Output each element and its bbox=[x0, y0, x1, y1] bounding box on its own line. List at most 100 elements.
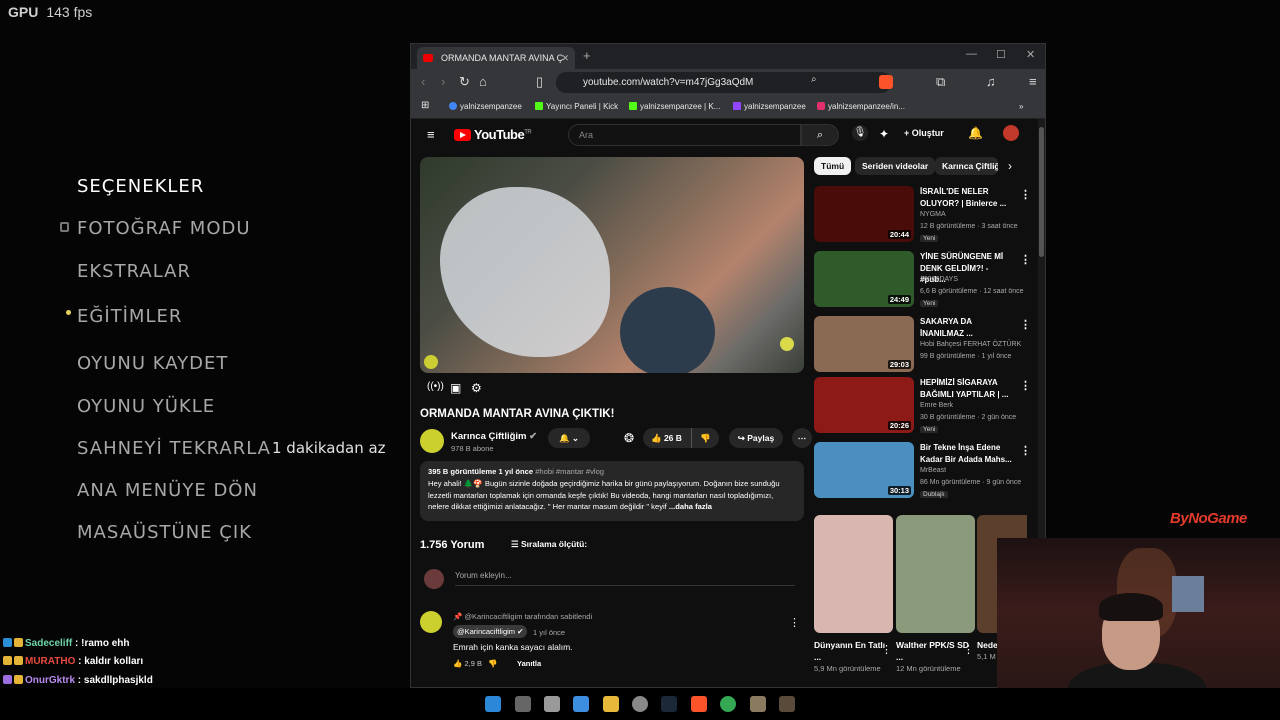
comment-menu-icon[interactable]: ⋮ bbox=[789, 616, 800, 629]
verified-icon: ✔ bbox=[529, 431, 538, 442]
bookmark-item[interactable]: yalnizsempanzee | K... bbox=[629, 102, 720, 111]
app-icon[interactable] bbox=[573, 696, 589, 712]
browser-menu-icon[interactable]: ≡ bbox=[1029, 74, 1037, 89]
menu-load-game[interactable]: OYUNU YÜKLE bbox=[77, 396, 215, 417]
menu-save-game[interactable]: OYUNU KAYDET bbox=[77, 353, 228, 374]
search-icon[interactable]: ⌕ bbox=[801, 124, 839, 146]
notifications-icon[interactable]: 🔔 bbox=[968, 126, 983, 140]
close-window-icon[interactable]: ✕ bbox=[1026, 48, 1035, 61]
hamburger-menu-icon[interactable]: ≡ bbox=[427, 127, 435, 142]
menu-main-menu[interactable]: ANA MENÜYE DÖN bbox=[77, 480, 258, 501]
chip-all[interactable]: Tümü bbox=[814, 157, 852, 175]
steam-icon[interactable] bbox=[661, 696, 677, 712]
menu-options[interactable]: SEÇENEKLER bbox=[77, 176, 204, 197]
screenshot-icon[interactable]: ▣ bbox=[450, 381, 461, 395]
recommended-video[interactable]: 30:13 Bir Tekne İnşa Edene Kadar Bir Ada… bbox=[814, 442, 1034, 500]
sponsor-icon[interactable]: ❂ bbox=[624, 431, 634, 445]
more-options-icon[interactable]: ⋮ bbox=[1020, 444, 1031, 457]
forward-icon[interactable]: › bbox=[441, 74, 445, 89]
channel-name[interactable]: Karınca Çiftliğim ✔ bbox=[451, 431, 537, 442]
short-video[interactable]: Dünyanın En Tatlı ... 5,9 Mn görüntüleme ⋮ bbox=[814, 515, 893, 675]
more-options-icon[interactable]: ⋮ bbox=[1020, 379, 1031, 392]
address-bar[interactable]: youtube.com/watch?v=m47jGg3aQdM bbox=[556, 72, 891, 93]
task-view-icon[interactable] bbox=[515, 696, 531, 712]
menu-photo-mode[interactable]: FOTOĞRAF MODU bbox=[77, 218, 251, 239]
chip-series[interactable]: Seriden videolar bbox=[855, 157, 936, 175]
recommended-video[interactable]: 20:26 HEPİMİZİ SİGARAYA BAĞIMLI YAPTILAR… bbox=[814, 377, 1034, 435]
pinned-label: 📌 @Karincaciftligim tarafından sabitlend… bbox=[453, 612, 593, 621]
maximize-icon[interactable]: ☐ bbox=[996, 48, 1006, 61]
bookmark-item[interactable]: yalnizsempanzee bbox=[733, 102, 806, 111]
settings-icon[interactable]: ⚙ bbox=[471, 381, 482, 395]
chevron-right-icon[interactable]: › bbox=[1008, 159, 1012, 173]
more-bookmarks-icon[interactable]: » bbox=[1019, 102, 1023, 111]
extensions-icon[interactable]: ⧉ bbox=[936, 74, 945, 90]
brave-icon[interactable] bbox=[691, 696, 707, 712]
video-thumbnail[interactable]: 29:03 bbox=[814, 316, 914, 372]
bookmark-item[interactable]: yalnizsempanzee/in... bbox=[817, 102, 905, 111]
minimize-icon[interactable]: — bbox=[966, 48, 977, 60]
back-icon[interactable]: ‹ bbox=[421, 74, 425, 89]
apps-icon[interactable]: ⊞ bbox=[421, 100, 429, 111]
commenter-avatar[interactable] bbox=[420, 611, 442, 633]
more-options-icon[interactable]: ⋮ bbox=[963, 643, 974, 656]
comment-author[interactable]: @Karincaciftligim ✔ bbox=[453, 625, 528, 638]
brave-shield-icon[interactable] bbox=[879, 75, 893, 89]
video-thumbnail[interactable]: 20:44 bbox=[814, 186, 914, 242]
home-icon[interactable]: ⌂ bbox=[479, 74, 487, 89]
create-button[interactable]: + Oluştur bbox=[904, 128, 944, 138]
recommended-video[interactable]: 20:44 İSRAİL'DE NELER OLUYOR? | Binlerce… bbox=[814, 186, 1034, 244]
chip-channel[interactable]: Karınca Çiftliğ bbox=[935, 157, 998, 175]
new-tab-icon[interactable]: + bbox=[583, 48, 591, 63]
subscribe-bell-button[interactable]: 🔔 ⌄ bbox=[548, 428, 590, 448]
obs-icon[interactable] bbox=[632, 696, 648, 712]
more-options-icon[interactable]: ⋮ bbox=[1020, 318, 1031, 331]
reload-icon[interactable]: ↻ bbox=[459, 74, 470, 90]
bookmark-item[interactable]: Yayıncı Paneli | Kick bbox=[535, 102, 618, 111]
app-icon[interactable] bbox=[544, 696, 560, 712]
close-tab-icon[interactable]: ✕ bbox=[561, 47, 569, 69]
sort-comments-button[interactable]: ☰ Sıralama ölçütü: bbox=[511, 539, 587, 550]
dislike-icon[interactable]: 👎 bbox=[691, 428, 711, 448]
short-video[interactable]: Walther PPK/S SD ... 12 Mn görüntüleme ⋮ bbox=[896, 515, 975, 675]
menu-exit-desktop[interactable]: MASAÜSTÜNE ÇIK bbox=[77, 522, 252, 543]
media-icon[interactable]: ♫ bbox=[986, 74, 996, 89]
recommended-video[interactable]: 29:03 SAKARYA DA İNANILMAZ ... Hobi Bahç… bbox=[814, 316, 1034, 374]
recommended-video[interactable]: 24:49 YİNE SÜRÜNGENE Mİ DENK GELDİM?! - … bbox=[814, 251, 1034, 309]
more-options-icon[interactable]: ⋮ bbox=[881, 643, 892, 656]
menu-tutorials[interactable]: EĞİTİMLER bbox=[77, 306, 182, 327]
video-thumbnail[interactable]: 20:26 bbox=[814, 377, 914, 433]
comment-like-button[interactable]: 👍 2,9 B 👎 bbox=[453, 659, 498, 668]
video-description[interactable]: 395 B görüntüleme 1 yıl önce #hobi #mant… bbox=[420, 461, 804, 521]
microphone-icon[interactable]: 🎙 bbox=[852, 125, 868, 141]
youtube-logo[interactable]: YouTubeTR bbox=[454, 127, 532, 142]
avatar[interactable] bbox=[1003, 125, 1019, 141]
menu-extras[interactable]: EKSTRALAR bbox=[77, 261, 191, 282]
audio-icon[interactable]: ((•)) bbox=[427, 381, 444, 392]
chrome-icon[interactable] bbox=[720, 696, 736, 712]
file-explorer-icon[interactable] bbox=[603, 696, 619, 712]
zoom-icon[interactable]: ⌕ bbox=[811, 74, 817, 85]
video-player[interactable] bbox=[420, 157, 804, 373]
channel-avatar[interactable] bbox=[420, 429, 444, 453]
menu-replay-scene[interactable]: SAHNEYİ TEKRARLA bbox=[77, 438, 271, 459]
share-button[interactable]: ↪ Paylaş bbox=[729, 428, 783, 448]
add-comment-input[interactable]: Yorum ekleyin... bbox=[455, 571, 795, 586]
video-thumbnail[interactable]: 30:13 bbox=[814, 442, 914, 498]
reply-button[interactable]: Yanıtla bbox=[517, 659, 541, 668]
more-actions-icon[interactable]: ⋯ bbox=[792, 428, 812, 448]
game-icon[interactable] bbox=[779, 696, 795, 712]
more-options-icon[interactable]: ⋮ bbox=[1020, 253, 1031, 266]
search-input[interactable]: Ara bbox=[568, 124, 801, 146]
comment-count: 1.756 Yorum bbox=[420, 539, 485, 551]
like-button[interactable]: 👍 26 B 👎 bbox=[643, 428, 719, 448]
tab-bar: ORMANDA MANTAR AVINA Ç ✕ + — ☐ ✕ bbox=[411, 44, 1045, 69]
bookmark-item[interactable]: yalnizsempanzee bbox=[449, 102, 522, 111]
bookmark-icon[interactable]: ▯ bbox=[536, 74, 543, 90]
video-thumbnail[interactable]: 24:49 bbox=[814, 251, 914, 307]
cast-icon[interactable]: ✦ bbox=[879, 127, 889, 141]
more-options-icon[interactable]: ⋮ bbox=[1020, 188, 1031, 201]
browser-tab[interactable]: ORMANDA MANTAR AVINA Ç ✕ bbox=[417, 47, 575, 69]
app-icon[interactable] bbox=[750, 696, 766, 712]
windows-start-icon[interactable] bbox=[485, 696, 501, 712]
